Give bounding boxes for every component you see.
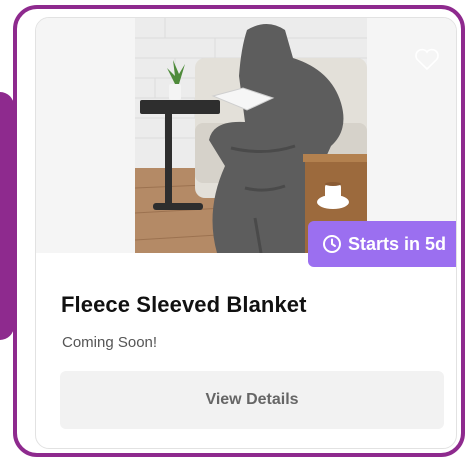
view-details-button[interactable]: View Details <box>60 371 444 429</box>
product-card[interactable]: Starts in 5d Fleece Sleeved Blanket Comi… <box>35 17 457 449</box>
product-image <box>135 18 367 253</box>
badge-text: Starts in 5d <box>347 233 447 254</box>
heart-icon[interactable] <box>414 47 440 71</box>
left-side-tab <box>0 92 14 340</box>
clock-icon <box>322 234 342 254</box>
product-title: Fleece Sleeved Blanket <box>61 292 307 317</box>
product-status: Coming Soon! <box>62 334 158 351</box>
product-image-area[interactable]: Starts in 5d <box>36 18 456 267</box>
starts-in-badge: Starts in 5d <box>308 221 456 267</box>
